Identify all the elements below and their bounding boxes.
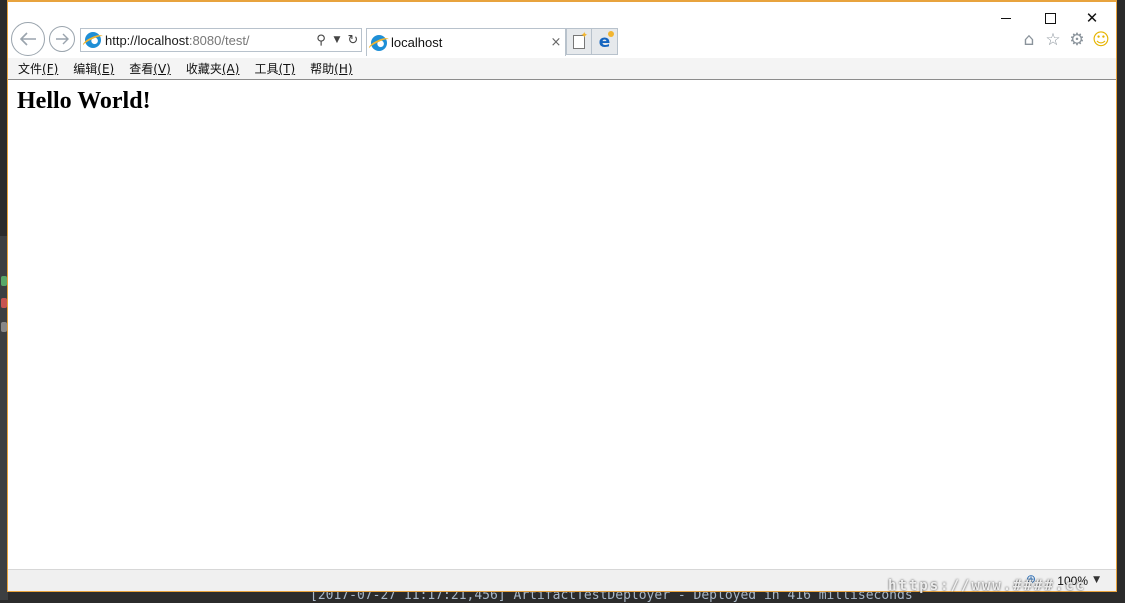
close-icon: ✕ [1085,9,1099,27]
chevron-down-icon[interactable]: ▼ [329,35,345,45]
address-bar[interactable]: http://localhost:8080/test/ ⚲ ▼ ↻ [80,28,362,52]
toolbar-icons: ⌂ ☆ ⚙ ☺ [1020,30,1110,50]
refresh-icon[interactable]: ↻ [345,33,361,48]
forward-arrow-icon [56,33,69,45]
menu-view[interactable]: 查看(V) [129,60,171,77]
menu-help[interactable]: 帮助(H) [310,60,352,77]
url-text[interactable]: http://localhost:8080/test/ [105,33,313,48]
open-edge-button[interactable]: e [592,28,618,55]
tab-ie-icon [371,34,387,51]
menu-view-label: 查看 [129,62,154,76]
new-tab-icon: ✦ [573,31,588,49]
edge-icon: e [598,30,614,52]
forward-button[interactable] [49,26,75,52]
maximize-icon [1044,12,1056,24]
tab-title: localhost [391,35,443,50]
menu-tools-key: (T) [278,62,296,76]
menu-view-key: (V) [153,62,171,76]
menu-file-label: 文件 [18,62,43,76]
feedback-smiley-icon[interactable]: ☺ [1092,30,1110,50]
gear-icon[interactable]: ⚙ [1068,30,1086,50]
minimize-button[interactable] [984,6,1028,30]
minimize-icon [1001,17,1011,19]
menu-file-key: (F) [42,62,59,76]
home-icon[interactable]: ⌂ [1020,30,1038,50]
page-content: Hello World! [8,80,1116,570]
favorites-star-icon[interactable]: ☆ [1044,30,1062,50]
back-arrow-icon [19,32,36,46]
menu-tools[interactable]: 工具(T) [254,60,295,77]
url-host: http://localhost [105,32,189,48]
tab-localhost[interactable]: localhost × [366,28,566,56]
back-button[interactable] [11,22,45,56]
browser-window: ✕ http://localhost:8080/test/ ⚲ ▼ ↻ loca… [7,0,1117,592]
menu-edit-key: (E) [97,62,115,76]
menu-bar: 文件(F) 编辑(E) 查看(V) 收藏夹(A) 工具(T) 帮助(H) [8,58,1116,80]
url-port-path: :8080/test/ [188,32,250,48]
menu-favorites-key: (A) [221,62,240,76]
search-icon[interactable]: ⚲ [313,33,329,48]
menu-edit-label: 编辑 [73,62,98,76]
menu-help-key: (H) [334,62,353,76]
watermark: https://www.####.cc [888,578,1087,594]
menu-favorites[interactable]: 收藏夹(A) [186,60,240,77]
zoom-dropdown-icon[interactable]: ▼ [1093,575,1100,585]
maximize-button[interactable] [1028,6,1072,30]
menu-favorites-label: 收藏夹 [185,62,222,76]
close-button[interactable]: ✕ [1070,6,1114,30]
menu-tools-label: 工具 [254,62,279,76]
menu-help-label: 帮助 [310,62,335,76]
page-heading: Hello World! [17,88,151,114]
ie-logo-icon [85,32,101,48]
title-bar: ✕ http://localhost:8080/test/ ⚲ ▼ ↻ loca… [8,2,1116,58]
tab-close-icon[interactable]: × [547,35,565,50]
menu-file[interactable]: 文件(F) [18,60,58,77]
menu-edit[interactable]: 编辑(E) [73,60,114,77]
new-tab-button[interactable]: ✦ [566,28,592,55]
